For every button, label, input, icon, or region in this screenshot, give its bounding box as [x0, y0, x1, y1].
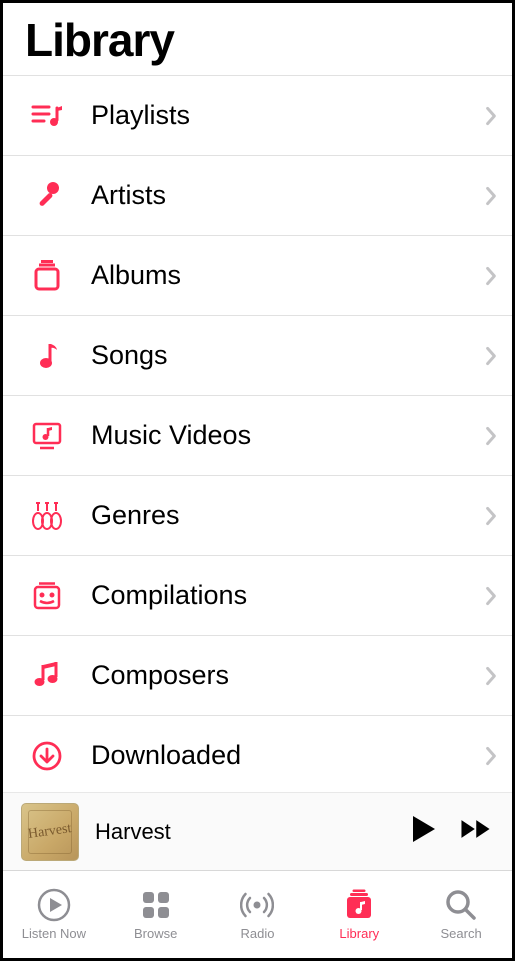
microphone-icon: [25, 174, 69, 218]
library-item-downloaded[interactable]: Downloaded: [3, 716, 512, 792]
page-title: Library: [25, 13, 492, 67]
library-item-compilations[interactable]: Compilations: [3, 556, 512, 636]
tab-label: Listen Now: [22, 926, 86, 941]
tab-bar: Listen Now Browse Radio Library Search: [3, 870, 512, 958]
library-list: Playlists Artists Albums Songs Music Vid…: [3, 75, 512, 792]
library-item-genres[interactable]: Genres: [3, 476, 512, 556]
tab-radio[interactable]: Radio: [207, 871, 309, 958]
tab-browse[interactable]: Browse: [105, 871, 207, 958]
list-item-label: Music Videos: [91, 420, 484, 451]
chevron-right-icon: [484, 665, 498, 687]
list-item-label: Downloaded: [91, 740, 484, 771]
header: Library: [3, 3, 512, 75]
tab-label: Browse: [134, 926, 177, 941]
chevron-right-icon: [484, 185, 498, 207]
library-item-songs[interactable]: Songs: [3, 316, 512, 396]
guitars-icon: [25, 494, 69, 538]
library-item-composers[interactable]: Composers: [3, 636, 512, 716]
list-item-label: Songs: [91, 340, 484, 371]
list-item-label: Genres: [91, 500, 484, 531]
library-item-artists[interactable]: Artists: [3, 156, 512, 236]
chevron-right-icon: [484, 345, 498, 367]
library-item-albums[interactable]: Albums: [3, 236, 512, 316]
double-note-icon: [25, 654, 69, 698]
album-artwork: Harvest: [21, 803, 79, 861]
tab-label: Library: [339, 926, 379, 941]
library-item-music-videos[interactable]: Music Videos: [3, 396, 512, 476]
chevron-right-icon: [484, 425, 498, 447]
albums-icon: [25, 254, 69, 298]
list-item-label: Albums: [91, 260, 484, 291]
list-item-label: Compilations: [91, 580, 484, 611]
now-playing-bar[interactable]: Harvest Harvest: [3, 792, 512, 870]
tab-label: Radio: [241, 926, 275, 941]
list-item-label: Playlists: [91, 100, 484, 131]
compilations-icon: [25, 574, 69, 618]
chevron-right-icon: [484, 505, 498, 527]
music-video-icon: [25, 414, 69, 458]
tab-library[interactable]: Library: [308, 871, 410, 958]
tab-label: Search: [440, 926, 481, 941]
list-item-label: Composers: [91, 660, 484, 691]
library-item-playlists[interactable]: Playlists: [3, 76, 512, 156]
list-item-label: Artists: [91, 180, 484, 211]
tab-listen-now[interactable]: Listen Now: [3, 871, 105, 958]
chevron-right-icon: [484, 585, 498, 607]
forward-button[interactable]: [460, 812, 494, 851]
music-note-icon: [25, 334, 69, 378]
chevron-right-icon: [484, 745, 498, 767]
now-playing-title: Harvest: [95, 819, 406, 845]
chevron-right-icon: [484, 105, 498, 127]
playlists-icon: [25, 94, 69, 138]
tab-search[interactable]: Search: [410, 871, 512, 958]
play-button[interactable]: [406, 812, 440, 851]
chevron-right-icon: [484, 265, 498, 287]
download-icon: [25, 734, 69, 778]
